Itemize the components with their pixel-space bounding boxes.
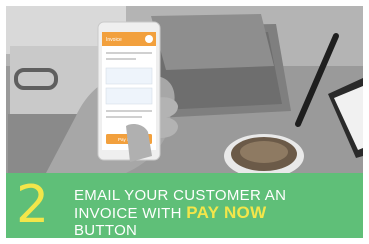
- promo-card: Invoice Pay Now 2 Email your customer an…: [6, 6, 363, 238]
- caption-line-3: button: [74, 222, 138, 238]
- pay-now-highlight: PAY NOW: [186, 203, 267, 222]
- caption-text: Email your customer an invoice with PAY …: [74, 187, 359, 238]
- caption-line-2: invoice with PAY NOW: [74, 204, 359, 222]
- hero-photo: Invoice Pay Now: [6, 6, 363, 173]
- step-number: 2: [16, 175, 50, 235]
- caption-banner: 2 Email your customer an invoice with PA…: [6, 173, 363, 238]
- caption-line-2-prefix: invoice with: [74, 205, 187, 222]
- phone-header-label: Invoice: [106, 37, 122, 43]
- caption-line-1: Email your customer an: [74, 187, 287, 204]
